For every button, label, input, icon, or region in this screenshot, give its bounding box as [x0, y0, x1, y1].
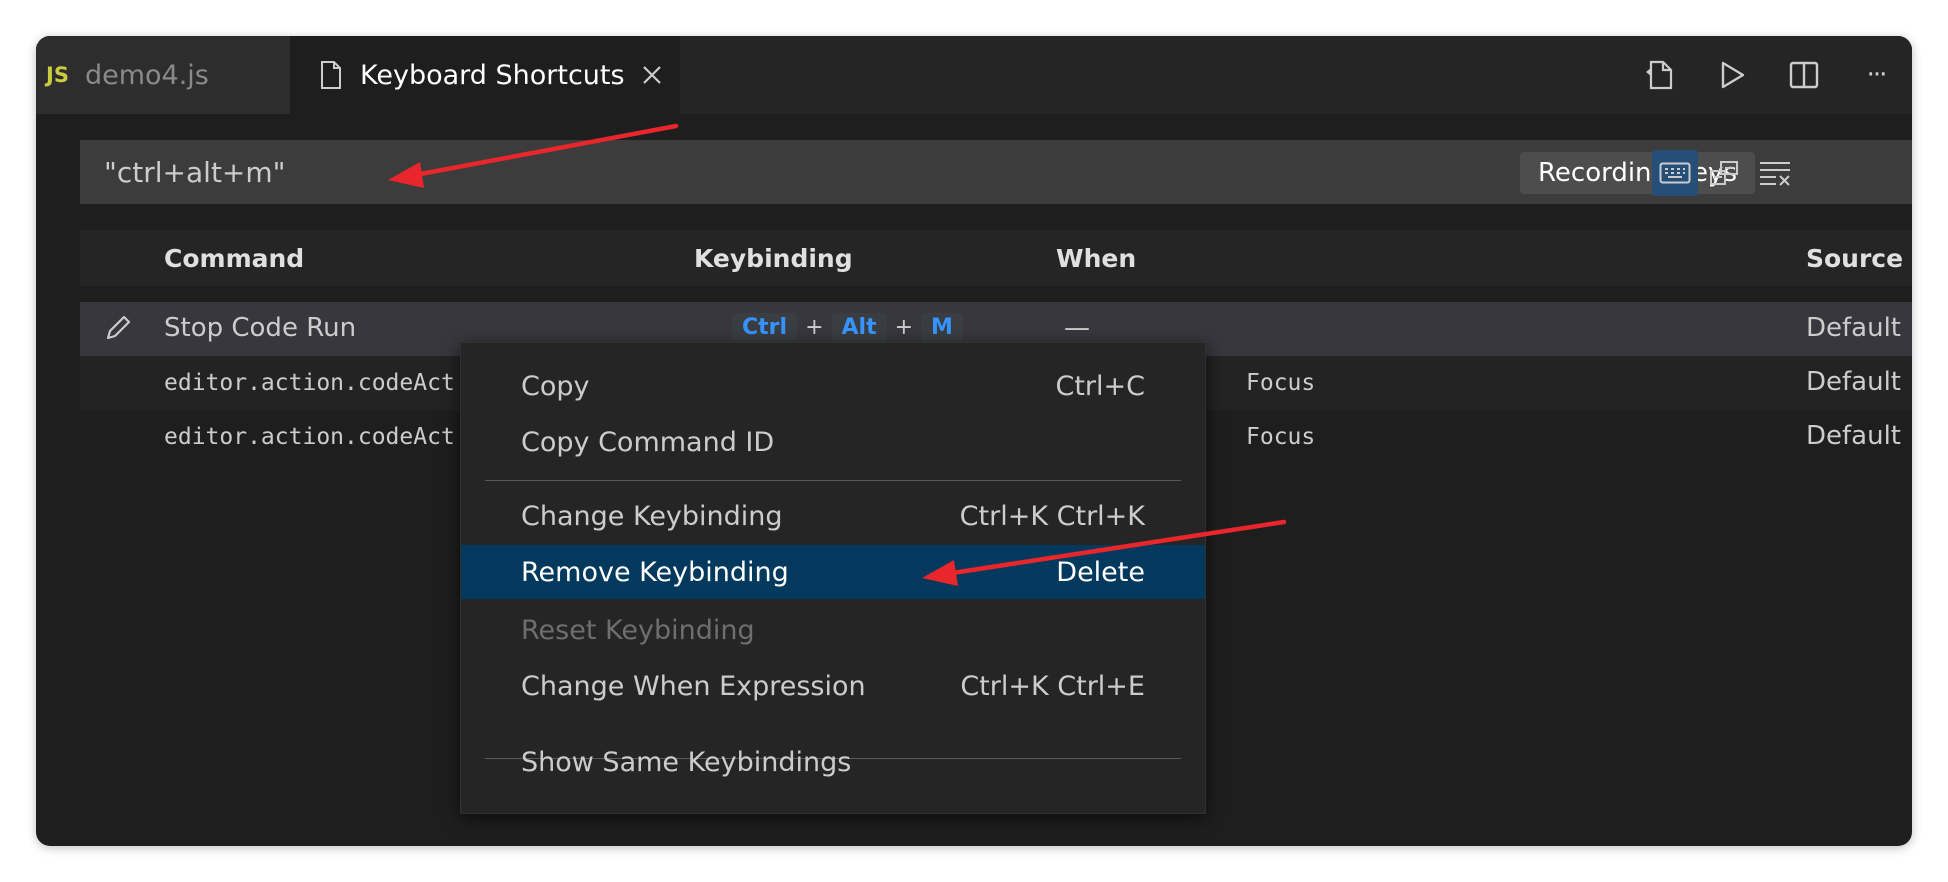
key-alt: Alt — [831, 313, 887, 342]
menu-item-remove-keybinding[interactable]: Remove Keybinding Delete — [461, 545, 1205, 599]
file-icon — [321, 61, 341, 89]
sort-by-precedence-button[interactable] — [1702, 150, 1748, 196]
key-ctrl: Ctrl — [732, 313, 798, 342]
menu-item-change-when-expression[interactable]: Change When Expression Ctrl+K Ctrl+E — [461, 659, 1205, 713]
menu-item-label: Reset Keybinding — [521, 615, 755, 646]
run-icon — [1721, 61, 1745, 89]
column-header-when[interactable]: When — [1056, 244, 1136, 273]
split-editor-icon — [1789, 61, 1819, 89]
js-file-icon: JS — [46, 63, 69, 87]
column-header-keybinding[interactable]: Keybinding — [694, 244, 853, 273]
table-header: Command Keybinding When Source — [80, 230, 1912, 286]
run-button[interactable] — [1696, 36, 1768, 114]
menu-item-label: Copy Command ID — [521, 427, 775, 458]
clear-input-button[interactable] — [1752, 150, 1798, 196]
sort-by-precedence-icon — [1710, 161, 1738, 185]
column-header-source[interactable]: Source — [1806, 244, 1903, 273]
record-keys-icon — [1659, 162, 1691, 184]
tab-keyboard-shortcuts[interactable]: Keyboard Shortcuts — [290, 36, 680, 114]
menu-item-shortcut: Ctrl+K Ctrl+E — [960, 671, 1145, 702]
more-actions-icon: ··· — [1866, 60, 1888, 90]
menu-item-copy[interactable]: Copy Ctrl+C — [461, 359, 1205, 413]
tab-demo4-js[interactable]: JS demo4.js — [36, 36, 290, 114]
source-cell: Default — [1806, 367, 1901, 397]
editor-actions: ··· — [1624, 36, 1912, 114]
split-editor-button[interactable] — [1768, 36, 1840, 114]
command-name: editor.action.codeAct — [164, 370, 455, 396]
when-cell: Focus — [1246, 370, 1316, 396]
menu-item-shortcut: Delete — [1056, 557, 1145, 588]
menu-item-copy-command-id[interactable]: Copy Command ID — [461, 415, 1205, 469]
key-separator: + — [894, 315, 914, 340]
column-header-command[interactable]: Command — [164, 244, 304, 273]
menu-item-label: Change When Expression — [521, 671, 866, 702]
close-icon[interactable] — [641, 64, 663, 86]
more-actions-button[interactable]: ··· — [1840, 36, 1912, 114]
editor-window: JS demo4.js Keyboard Shortcuts ··· "ctrl… — [36, 36, 1912, 846]
keybinding-cell: Ctrl + Alt + M — [732, 311, 963, 342]
menu-separator — [485, 480, 1181, 481]
tab-label: Keyboard Shortcuts — [360, 59, 625, 91]
source-cell: Default — [1806, 421, 1901, 451]
menu-item-label: Change Keybinding — [521, 501, 783, 532]
command-name: editor.action.codeAct — [164, 424, 455, 450]
keybindings-search-bar: Recording Keys — [80, 140, 1912, 204]
tab-bar: JS demo4.js Keyboard Shortcuts ··· — [36, 36, 1912, 114]
when-cell: Focus — [1246, 424, 1316, 450]
command-name: Stop Code Run — [164, 313, 357, 343]
menu-item-label: Copy — [521, 371, 590, 402]
key-separator: + — [805, 315, 824, 340]
context-menu: Copy Ctrl+C Copy Command ID Change Keybi… — [460, 342, 1206, 814]
menu-item-shortcut: Ctrl+C — [1055, 371, 1145, 402]
tab-label: demo4.js — [84, 59, 209, 91]
menu-item-shortcut: Ctrl+K Ctrl+K — [959, 501, 1145, 532]
when-cell: — — [1064, 313, 1090, 343]
pencil-icon[interactable] — [102, 312, 134, 344]
open-changes-icon — [1646, 60, 1673, 90]
key-m: M — [921, 313, 963, 342]
menu-item-change-keybinding[interactable]: Change Keybinding Ctrl+K Ctrl+K — [461, 489, 1205, 543]
menu-item-show-same-keybindings[interactable]: Show Same Keybindings — [461, 735, 1205, 789]
record-keys-button[interactable] — [1652, 150, 1698, 196]
menu-item-label: Remove Keybinding — [521, 557, 789, 588]
open-changes-button[interactable] — [1624, 36, 1696, 114]
source-cell: Default — [1806, 313, 1901, 343]
clear-input-icon — [1760, 162, 1790, 186]
menu-item-reset-keybinding: Reset Keybinding — [461, 603, 1205, 657]
keybindings-search-input[interactable] — [80, 140, 1380, 204]
menu-item-label: Show Same Keybindings — [521, 747, 852, 778]
